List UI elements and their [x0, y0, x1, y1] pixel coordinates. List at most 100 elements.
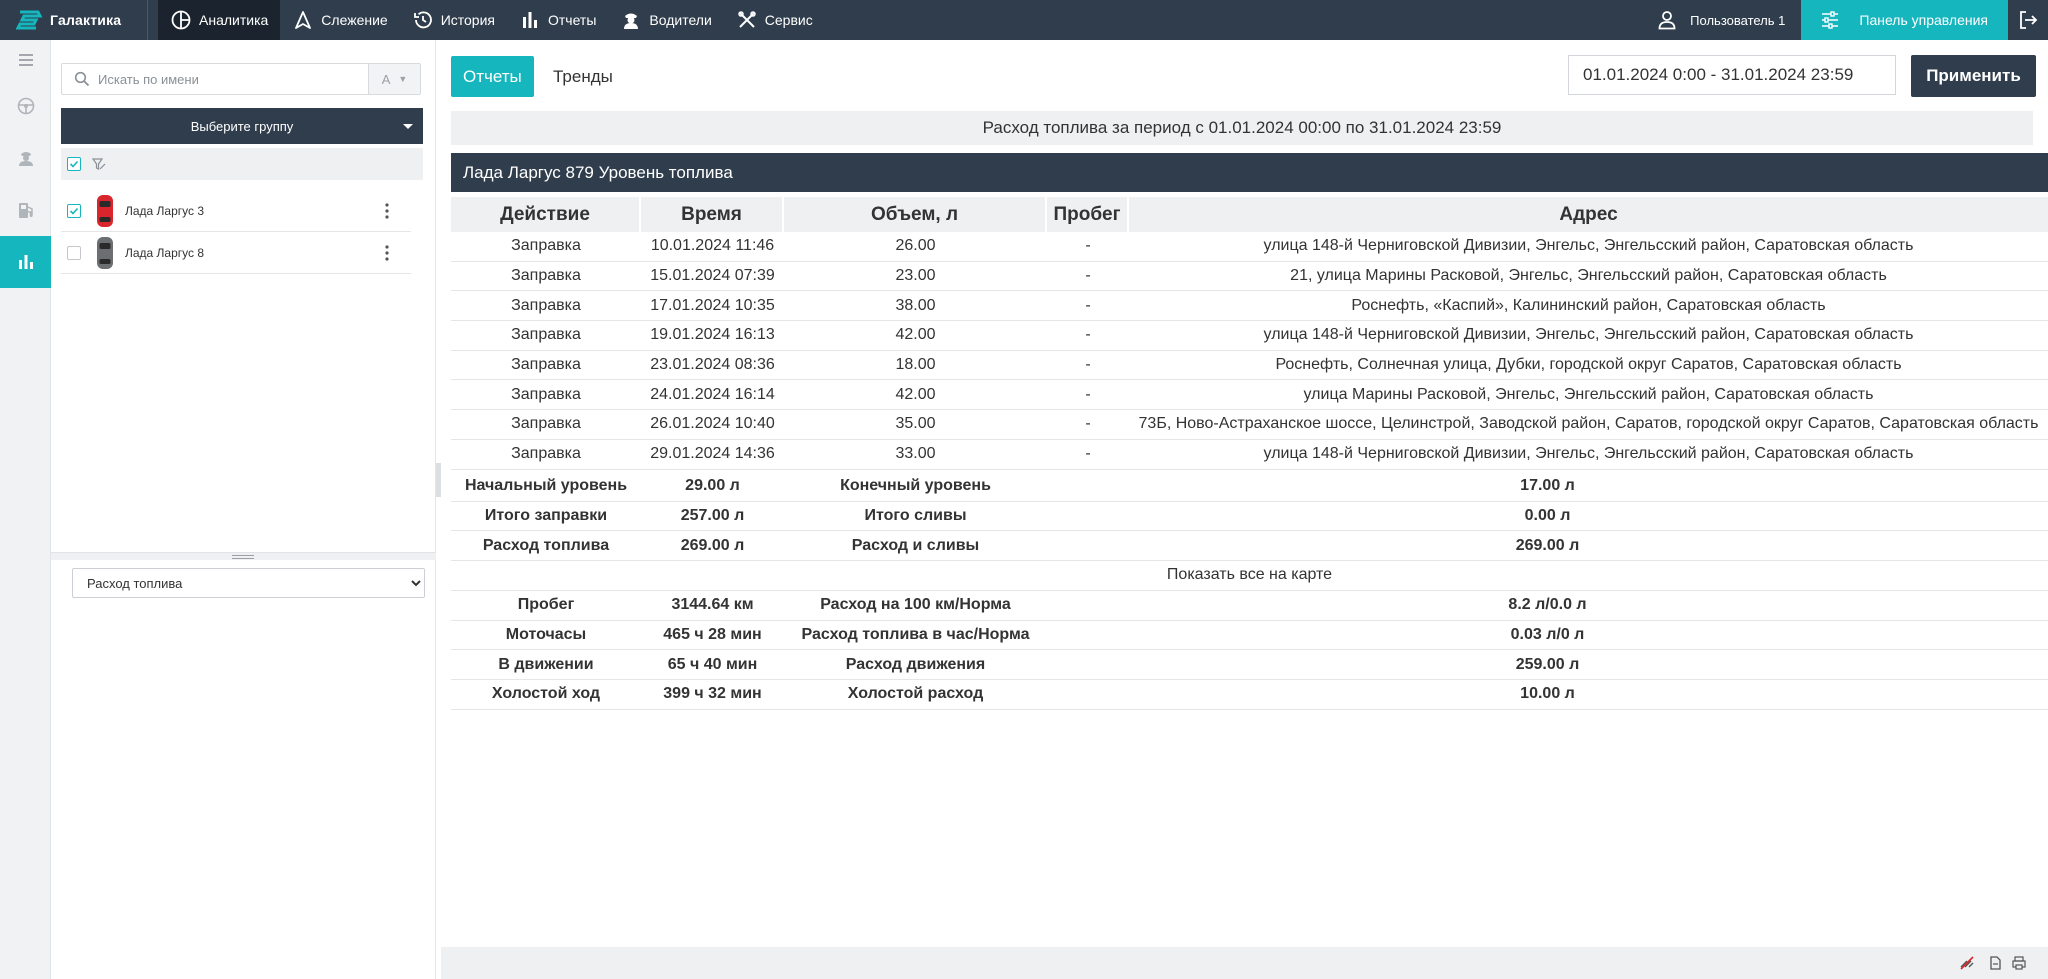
table-row[interactable]: Заправка 19.01.2024 16:13 42.00 - улица 148-…: [451, 321, 2048, 351]
summary-value: 10.00 л: [1520, 685, 1575, 703]
cell-volume: 18.00: [895, 356, 936, 374]
sort-label: А: [381, 71, 391, 87]
col-header-time: Время: [641, 197, 784, 232]
search-icon: [74, 71, 90, 87]
list-item[interactable]: Лада Ларгус 8: [61, 232, 411, 274]
cell-volume: 23.00: [895, 267, 936, 285]
summary-value: 259.00 л: [1515, 655, 1580, 673]
user-menu[interactable]: Пользователь 1: [1640, 0, 1801, 40]
table-row[interactable]: Заправка 17.01.2024 10:35 38.00 - Роснефть, …: [451, 291, 2048, 322]
user-name: Пользователь 1: [1690, 12, 1786, 28]
rail-driver[interactable]: [0, 132, 51, 184]
cell-mileage: -: [1085, 415, 1091, 433]
table-row[interactable]: Заправка 15.01.2024 07:39 23.00 - 21, улица …: [451, 262, 2048, 292]
cell-address: улица 148-й Черниговской Дивизии, Энгель…: [1263, 445, 1914, 463]
summary-row: Моточасы 465 ч 28 мин Расход топлива в час…: [451, 621, 2048, 651]
show-all-on-map-link[interactable]: Показать все на карте: [451, 561, 2048, 591]
cell-volume: 26.00: [895, 237, 936, 255]
summary-value: 29.00 л: [685, 477, 740, 495]
export-icon[interactable]: [1987, 955, 2003, 971]
search-input[interactable]: [98, 71, 368, 87]
nav-drivers[interactable]: Водители: [608, 0, 723, 40]
group-select[interactable]: Выберите группу: [61, 108, 423, 144]
rail-fuel[interactable]: [0, 184, 51, 236]
cell-mileage: -: [1085, 445, 1091, 463]
nav-history[interactable]: История: [400, 0, 507, 40]
summary-label: Холостой ход: [491, 685, 601, 703]
tab-reports[interactable]: Отчеты: [451, 56, 534, 97]
table-row[interactable]: Заправка 29.01.2024 14:36 33.00 - улица 148-…: [451, 440, 2048, 470]
control-panel-button[interactable]: Панель управления: [1801, 0, 2008, 40]
fuel-summary: Начальный уровень 29.00 л Конечный уровень…: [451, 472, 2048, 562]
grip-icon: [232, 555, 254, 559]
print-icon[interactable]: [2011, 955, 2027, 971]
sort-button[interactable]: А ▼: [368, 64, 420, 94]
nav-tracking[interactable]: Слежение: [280, 0, 399, 40]
rail-charts[interactable]: [0, 236, 51, 288]
unit-name: Лада Ларгус 8: [125, 245, 205, 260]
panel-splitter[interactable]: [51, 552, 436, 560]
summary-value: 269.00 л: [680, 536, 745, 554]
nav-service[interactable]: Сервис: [724, 0, 825, 40]
rail-steering[interactable]: [0, 80, 51, 132]
more-vertical-icon[interactable]: [385, 244, 389, 262]
date-range-input[interactable]: [1568, 55, 1896, 95]
main-nav: Аналитика Слежение История Отчеты Водите…: [158, 0, 825, 40]
table-row[interactable]: Заправка 26.01.2024 10:40 35.00 - 73Б, Ново-…: [451, 410, 2048, 440]
nav-reports[interactable]: Отчеты: [507, 0, 608, 40]
summary-row: Холостой ход 399 ч 32 мин Холостой расход 1…: [451, 680, 2048, 710]
cell-volume: 42.00: [895, 326, 936, 344]
summary-value: 0.00 л: [1524, 507, 1571, 525]
summary-value: 465 ч 28 мин: [663, 626, 762, 644]
table-row[interactable]: Заправка 24.01.2024 16:14 42.00 - улица Мари…: [451, 380, 2048, 411]
col-header-action: Действие: [451, 197, 641, 232]
history-icon: [413, 11, 432, 29]
report-type-select[interactable]: Расход топлива: [72, 568, 425, 598]
rail-menu[interactable]: [0, 40, 51, 80]
summary-value: 17.00 л: [1520, 477, 1575, 495]
cell-action: Заправка: [511, 237, 581, 255]
selection-toolbar: [61, 148, 423, 180]
logo[interactable]: Галактика: [0, 0, 148, 40]
summary-value: 65 ч 40 мин: [667, 655, 758, 673]
summary-value: 257.00 л: [680, 507, 745, 525]
nav-analytics[interactable]: Аналитика: [158, 0, 281, 40]
driver-icon: [18, 152, 33, 166]
summary-label: Холостой расход: [847, 685, 984, 703]
unit-checkbox[interactable]: [67, 203, 81, 218]
summary-label: Итого заправки: [484, 507, 608, 525]
summary-row: Итого заправки 257.00 л Итого сливы 0.00 л: [451, 502, 2048, 532]
nav-tracking-label: Слежение: [321, 12, 388, 28]
cell-action: Заправка: [511, 356, 581, 374]
summary-label: Моточасы: [505, 626, 587, 644]
cell-action: Заправка: [511, 385, 581, 403]
cell-action: Заправка: [511, 445, 581, 463]
no-connection-icon[interactable]: [1959, 955, 1975, 971]
logout-button[interactable]: [2008, 0, 2048, 40]
tab-trends[interactable]: Тренды: [541, 56, 625, 97]
filter-off-icon[interactable]: [91, 156, 107, 172]
col-header-mileage: Пробег: [1047, 197, 1129, 232]
red-car-icon: [97, 194, 113, 227]
check-icon: [69, 160, 79, 168]
nav-analytics-label: Аналитика: [199, 12, 269, 28]
table-row[interactable]: Заправка 10.01.2024 11:46 26.00 - улица 148-…: [451, 232, 2048, 262]
apply-button[interactable]: Применить: [1911, 55, 2036, 97]
cell-mileage: -: [1085, 385, 1091, 403]
user-icon: [1658, 11, 1676, 30]
summary-row: Расход топлива 269.00 л Расход и сливы 269.…: [451, 531, 2048, 562]
cell-time: 29.01.2024 14:36: [650, 445, 775, 463]
cell-address: улица 148-й Черниговской Дивизии, Энгель…: [1263, 326, 1914, 344]
unit-checkbox[interactable]: [67, 245, 81, 260]
period-caption: Расход топлива за период с 01.01.2024 00…: [451, 111, 2033, 145]
select-all-checkbox[interactable]: [67, 157, 81, 171]
cell-time: 26.01.2024 10:40: [650, 415, 775, 433]
list-item[interactable]: Лада Ларгус 3: [61, 190, 411, 232]
nav-drivers-label: Водители: [649, 12, 712, 28]
table-row[interactable]: Заправка 23.01.2024 08:36 18.00 - Роснефть, …: [451, 351, 2048, 381]
summary-value: 269.00 л: [1515, 536, 1580, 554]
drivers-icon: [624, 13, 639, 29]
more-vertical-icon[interactable]: [385, 202, 389, 220]
summary-value: 8.2 л/0.0 л: [1508, 596, 1587, 614]
cell-address: улица 148-й Черниговской Дивизии, Энгель…: [1263, 237, 1914, 255]
